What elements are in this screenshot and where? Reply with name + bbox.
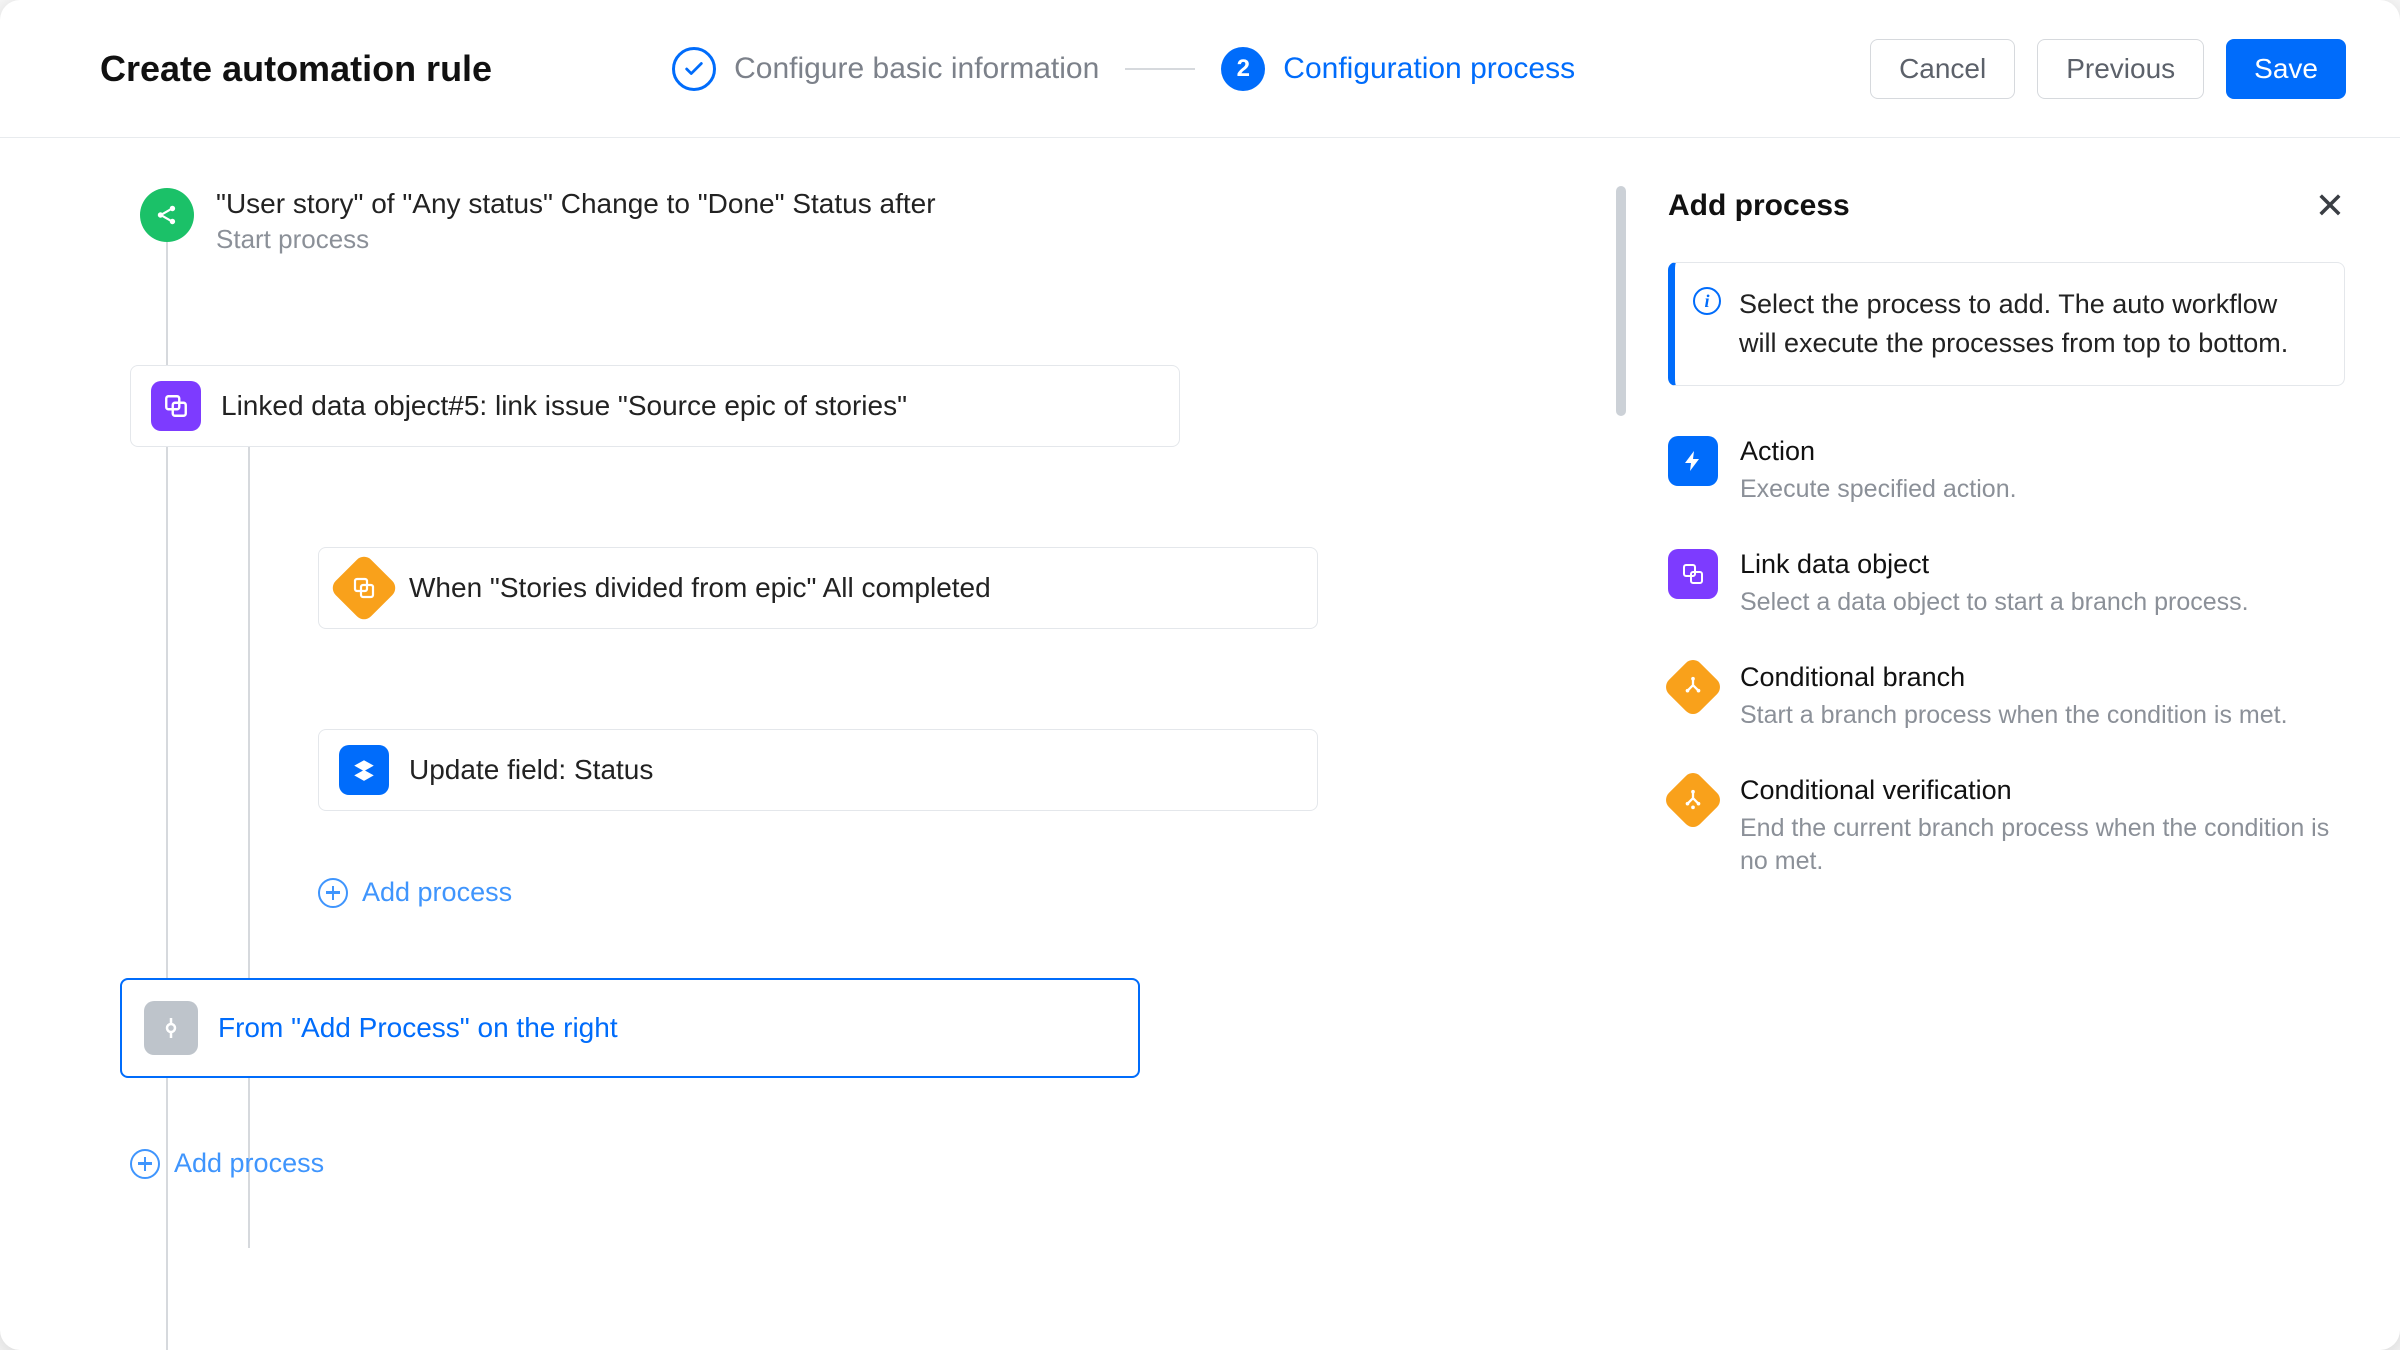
share-icon (140, 188, 194, 242)
placeholder-icon (144, 1001, 198, 1055)
layers-icon (339, 745, 389, 795)
workflow-canvas[interactable]: "User story" of "Any status" Change to "… (0, 138, 1630, 1350)
process-action-title: Action (1740, 436, 2017, 467)
sub-branch: When "Stories divided from epic" All com… (230, 447, 1560, 908)
header-buttons: Cancel Previous Save (1870, 39, 2346, 99)
step-1-label: Configure basic information (734, 52, 1099, 86)
plus-circle-icon (318, 878, 348, 908)
body: "User story" of "Any status" Change to "… (0, 138, 2400, 1350)
save-button[interactable]: Save (2226, 39, 2346, 99)
process-branch-title: Conditional branch (1740, 662, 2288, 693)
process-list: Action Execute specified action. Link da… (1668, 436, 2345, 879)
panel-title: Add process (1668, 189, 1850, 223)
condition-node[interactable]: When "Stories divided from epic" All com… (318, 547, 1318, 629)
link-object-icon (1668, 549, 1718, 599)
cancel-button[interactable]: Cancel (1870, 39, 2015, 99)
drop-placeholder-label: From "Add Process" on the right (218, 1012, 618, 1044)
start-title: "User story" of "Any status" Change to "… (216, 188, 936, 220)
add-process-button-inner[interactable]: Add process (318, 877, 1560, 908)
plus-circle-icon (130, 1149, 160, 1179)
start-node[interactable]: "User story" of "Any status" Change to "… (140, 188, 1560, 255)
info-icon: i (1693, 287, 1721, 315)
previous-button[interactable]: Previous (2037, 39, 2204, 99)
page-title: Create automation rule (100, 48, 492, 90)
lightning-icon (1668, 436, 1718, 486)
step-2[interactable]: 2 Configuration process (1221, 47, 1575, 91)
close-icon[interactable]: ✕ (2315, 188, 2345, 224)
step-1[interactable]: Configure basic information (672, 47, 1099, 91)
add-process-button-root[interactable]: Add process (130, 1148, 1560, 1179)
branch-icon (1662, 656, 1724, 718)
step-2-label: Configuration process (1283, 52, 1575, 86)
workflow-root: "User story" of "Any status" Change to "… (140, 188, 1560, 1179)
condition-branch-icon (329, 553, 400, 624)
drop-placeholder[interactable]: From "Add Process" on the right (120, 978, 1140, 1078)
process-link-title: Link data object (1740, 549, 2249, 580)
stepper: Configure basic information 2 Configurat… (672, 47, 1575, 91)
condition-label: When "Stories divided from epic" All com… (409, 572, 991, 604)
process-cond-verify[interactable]: Conditional verification End the current… (1668, 775, 2345, 880)
process-verify-title: Conditional verification (1740, 775, 2345, 806)
process-action-desc: Execute specified action. (1740, 473, 2017, 507)
action-node[interactable]: Update field: Status (318, 729, 1318, 811)
process-action[interactable]: Action Execute specified action. (1668, 436, 2345, 507)
process-verify-desc: End the current branch process when the … (1740, 812, 2345, 880)
linked-object-label: Linked data object#5: link issue "Source… (221, 390, 907, 422)
window: Create automation rule Configure basic i… (0, 0, 2400, 1350)
linked-object-node[interactable]: Linked data object#5: link issue "Source… (130, 365, 1180, 447)
side-panel: Add process ✕ i Select the process to ad… (1630, 138, 2400, 1350)
info-text: Select the process to add. The auto work… (1739, 285, 2320, 363)
process-branch-desc: Start a branch process when the conditio… (1740, 699, 2288, 733)
verify-icon (1662, 768, 1724, 830)
process-link-desc: Select a data object to start a branch p… (1740, 586, 2249, 620)
link-object-icon (151, 381, 201, 431)
scrollbar[interactable] (1616, 186, 1626, 416)
start-subtitle: Start process (216, 224, 936, 255)
check-circle-icon (672, 47, 716, 91)
add-process-label: Add process (362, 877, 512, 908)
process-link-object[interactable]: Link data object Select a data object to… (1668, 549, 2345, 620)
add-process-root-label: Add process (174, 1148, 324, 1179)
header: Create automation rule Configure basic i… (0, 0, 2400, 138)
info-callout: i Select the process to add. The auto wo… (1668, 262, 2345, 386)
step-divider (1125, 68, 1195, 70)
process-cond-branch[interactable]: Conditional branch Start a branch proces… (1668, 662, 2345, 733)
action-label: Update field: Status (409, 754, 653, 786)
step-2-number: 2 (1221, 47, 1265, 91)
